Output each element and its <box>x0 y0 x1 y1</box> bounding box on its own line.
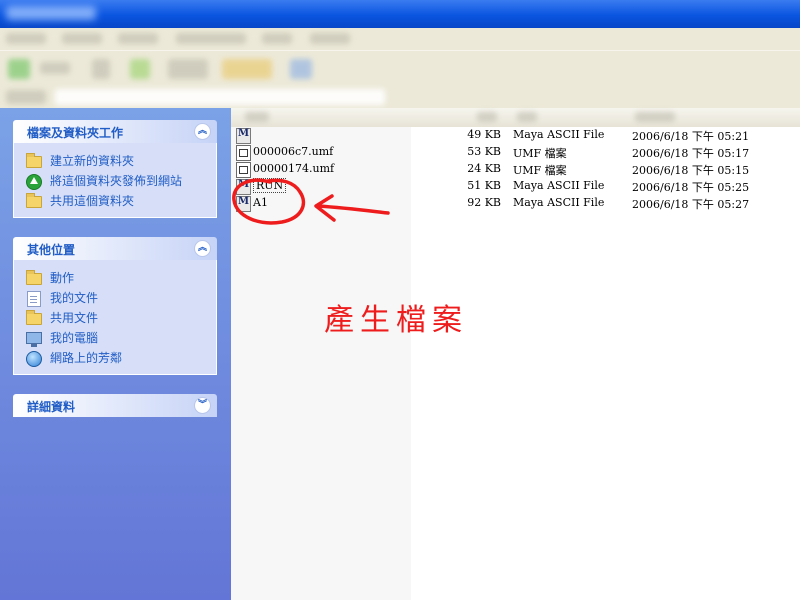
task-label: 共用文件 <box>50 311 99 325</box>
collapse-icon[interactable]: ︽ <box>194 240 211 257</box>
panel-file-folder-tasks: 檔案及資料夾工作 ︽ 建立新的資料夾 將這個資料夾發佈到網站 共用這個資料夾 <box>13 120 217 218</box>
menu-bar[interactable] <box>0 28 800 50</box>
file-list[interactable]: 49 KB Maya ASCII File 2006/6/18 下午 05:21… <box>231 127 800 600</box>
network-places-icon <box>26 351 42 367</box>
file-type: Maya ASCII File <box>513 128 605 141</box>
task-label: 我的文件 <box>50 291 99 305</box>
file-date: 2006/6/18 下午 05:15 <box>632 164 750 177</box>
panel-body: 動作 我的文件 共用文件 我的電腦 網路上的芳鄰 <box>13 260 217 375</box>
place-network[interactable]: 網路上的芳鄰 <box>14 348 216 368</box>
panel-title: 檔案及資料夾工作 <box>27 126 124 140</box>
task-new-folder[interactable]: 建立新的資料夾 <box>14 151 216 171</box>
place-my-computer[interactable]: 我的電腦 <box>14 328 216 348</box>
column-header[interactable] <box>231 108 800 127</box>
folder-icon <box>26 270 42 285</box>
file-row[interactable]: A1 92 KB Maya ASCII File 2006/6/18 下午 05… <box>231 195 800 212</box>
file-row[interactable]: RUN 51 KB Maya ASCII File 2006/6/18 下午 0… <box>231 178 800 195</box>
file-size: 51 KB <box>467 179 501 192</box>
new-folder-icon <box>26 153 42 168</box>
place-action-folder[interactable]: 動作 <box>14 268 216 288</box>
panel-title: 其他位置 <box>27 243 76 257</box>
place-shared-documents[interactable]: 共用文件 <box>14 308 216 328</box>
file-name-rename-field[interactable]: RUN <box>253 178 287 193</box>
address-bar[interactable] <box>0 86 800 108</box>
title-bar[interactable] <box>0 0 800 28</box>
maya-file-icon <box>236 128 251 144</box>
file-date: 2006/6/18 下午 05:27 <box>632 198 750 211</box>
publish-web-icon <box>26 174 42 190</box>
share-folder-icon <box>26 193 42 208</box>
file-type: UMF 檔案 <box>513 164 567 177</box>
window-title-blurred <box>6 6 96 20</box>
file-size: 24 KB <box>467 162 501 175</box>
umf-file-icon <box>236 145 251 161</box>
panel-title: 詳細資料 <box>27 400 76 414</box>
task-label: 將這個資料夾發佈到網站 <box>50 174 183 188</box>
maya-file-icon <box>236 179 251 195</box>
toolbar[interactable] <box>0 50 800 87</box>
file-date: 2006/6/18 下午 05:21 <box>632 130 750 143</box>
maya-file-icon <box>236 196 251 212</box>
my-documents-icon <box>27 291 41 307</box>
file-row[interactable]: 49 KB Maya ASCII File 2006/6/18 下午 05:21 <box>231 127 800 144</box>
file-type: Maya ASCII File <box>513 179 605 192</box>
file-name: 00000174.umf <box>253 162 335 175</box>
task-label: 建立新的資料夾 <box>50 154 135 168</box>
file-size: 92 KB <box>467 196 501 209</box>
panel-details: 詳細資料 ︾ <box>13 394 217 417</box>
task-publish-web[interactable]: 將這個資料夾發佈到網站 <box>14 171 216 191</box>
file-type: Maya ASCII File <box>513 196 605 209</box>
file-type: UMF 檔案 <box>513 147 567 160</box>
task-label: 共用這個資料夾 <box>50 194 135 208</box>
task-share-folder[interactable]: 共用這個資料夾 <box>14 191 216 211</box>
file-name: 000006c7.umf <box>253 145 334 158</box>
annotation-text: 產生檔案 <box>324 303 468 338</box>
file-name: A1 <box>253 196 268 209</box>
my-computer-icon <box>26 332 42 347</box>
task-label: 我的電腦 <box>50 331 99 345</box>
place-my-documents[interactable]: 我的文件 <box>14 288 216 308</box>
panel-body: 建立新的資料夾 將這個資料夾發佈到網站 共用這個資料夾 <box>13 143 217 218</box>
umf-file-icon <box>236 162 251 178</box>
panel-header[interactable]: 檔案及資料夾工作 ︽ <box>13 120 217 143</box>
expand-icon[interactable]: ︾ <box>194 397 211 414</box>
collapse-icon[interactable]: ︽ <box>194 123 211 140</box>
task-label: 動作 <box>50 271 75 285</box>
file-date: 2006/6/18 下午 05:25 <box>632 181 750 194</box>
file-row[interactable]: 00000174.umf 24 KB UMF 檔案 2006/6/18 下午 0… <box>231 161 800 178</box>
file-size: 49 KB <box>467 128 501 141</box>
file-size: 53 KB <box>467 145 501 158</box>
task-label: 網路上的芳鄰 <box>50 351 123 365</box>
panel-header[interactable]: 其他位置 ︽ <box>13 237 217 260</box>
file-date: 2006/6/18 下午 05:17 <box>632 147 750 160</box>
panel-other-places: 其他位置 ︽ 動作 我的文件 共用文件 我的電腦 網路上的芳鄰 <box>13 237 217 375</box>
shared-documents-icon <box>26 310 42 325</box>
task-pane: 檔案及資料夾工作 ︽ 建立新的資料夾 將這個資料夾發佈到網站 共用這個資料夾 其… <box>0 108 231 600</box>
panel-header[interactable]: 詳細資料 ︾ <box>13 394 217 417</box>
file-row[interactable]: 000006c7.umf 53 KB UMF 檔案 2006/6/18 下午 0… <box>231 144 800 161</box>
